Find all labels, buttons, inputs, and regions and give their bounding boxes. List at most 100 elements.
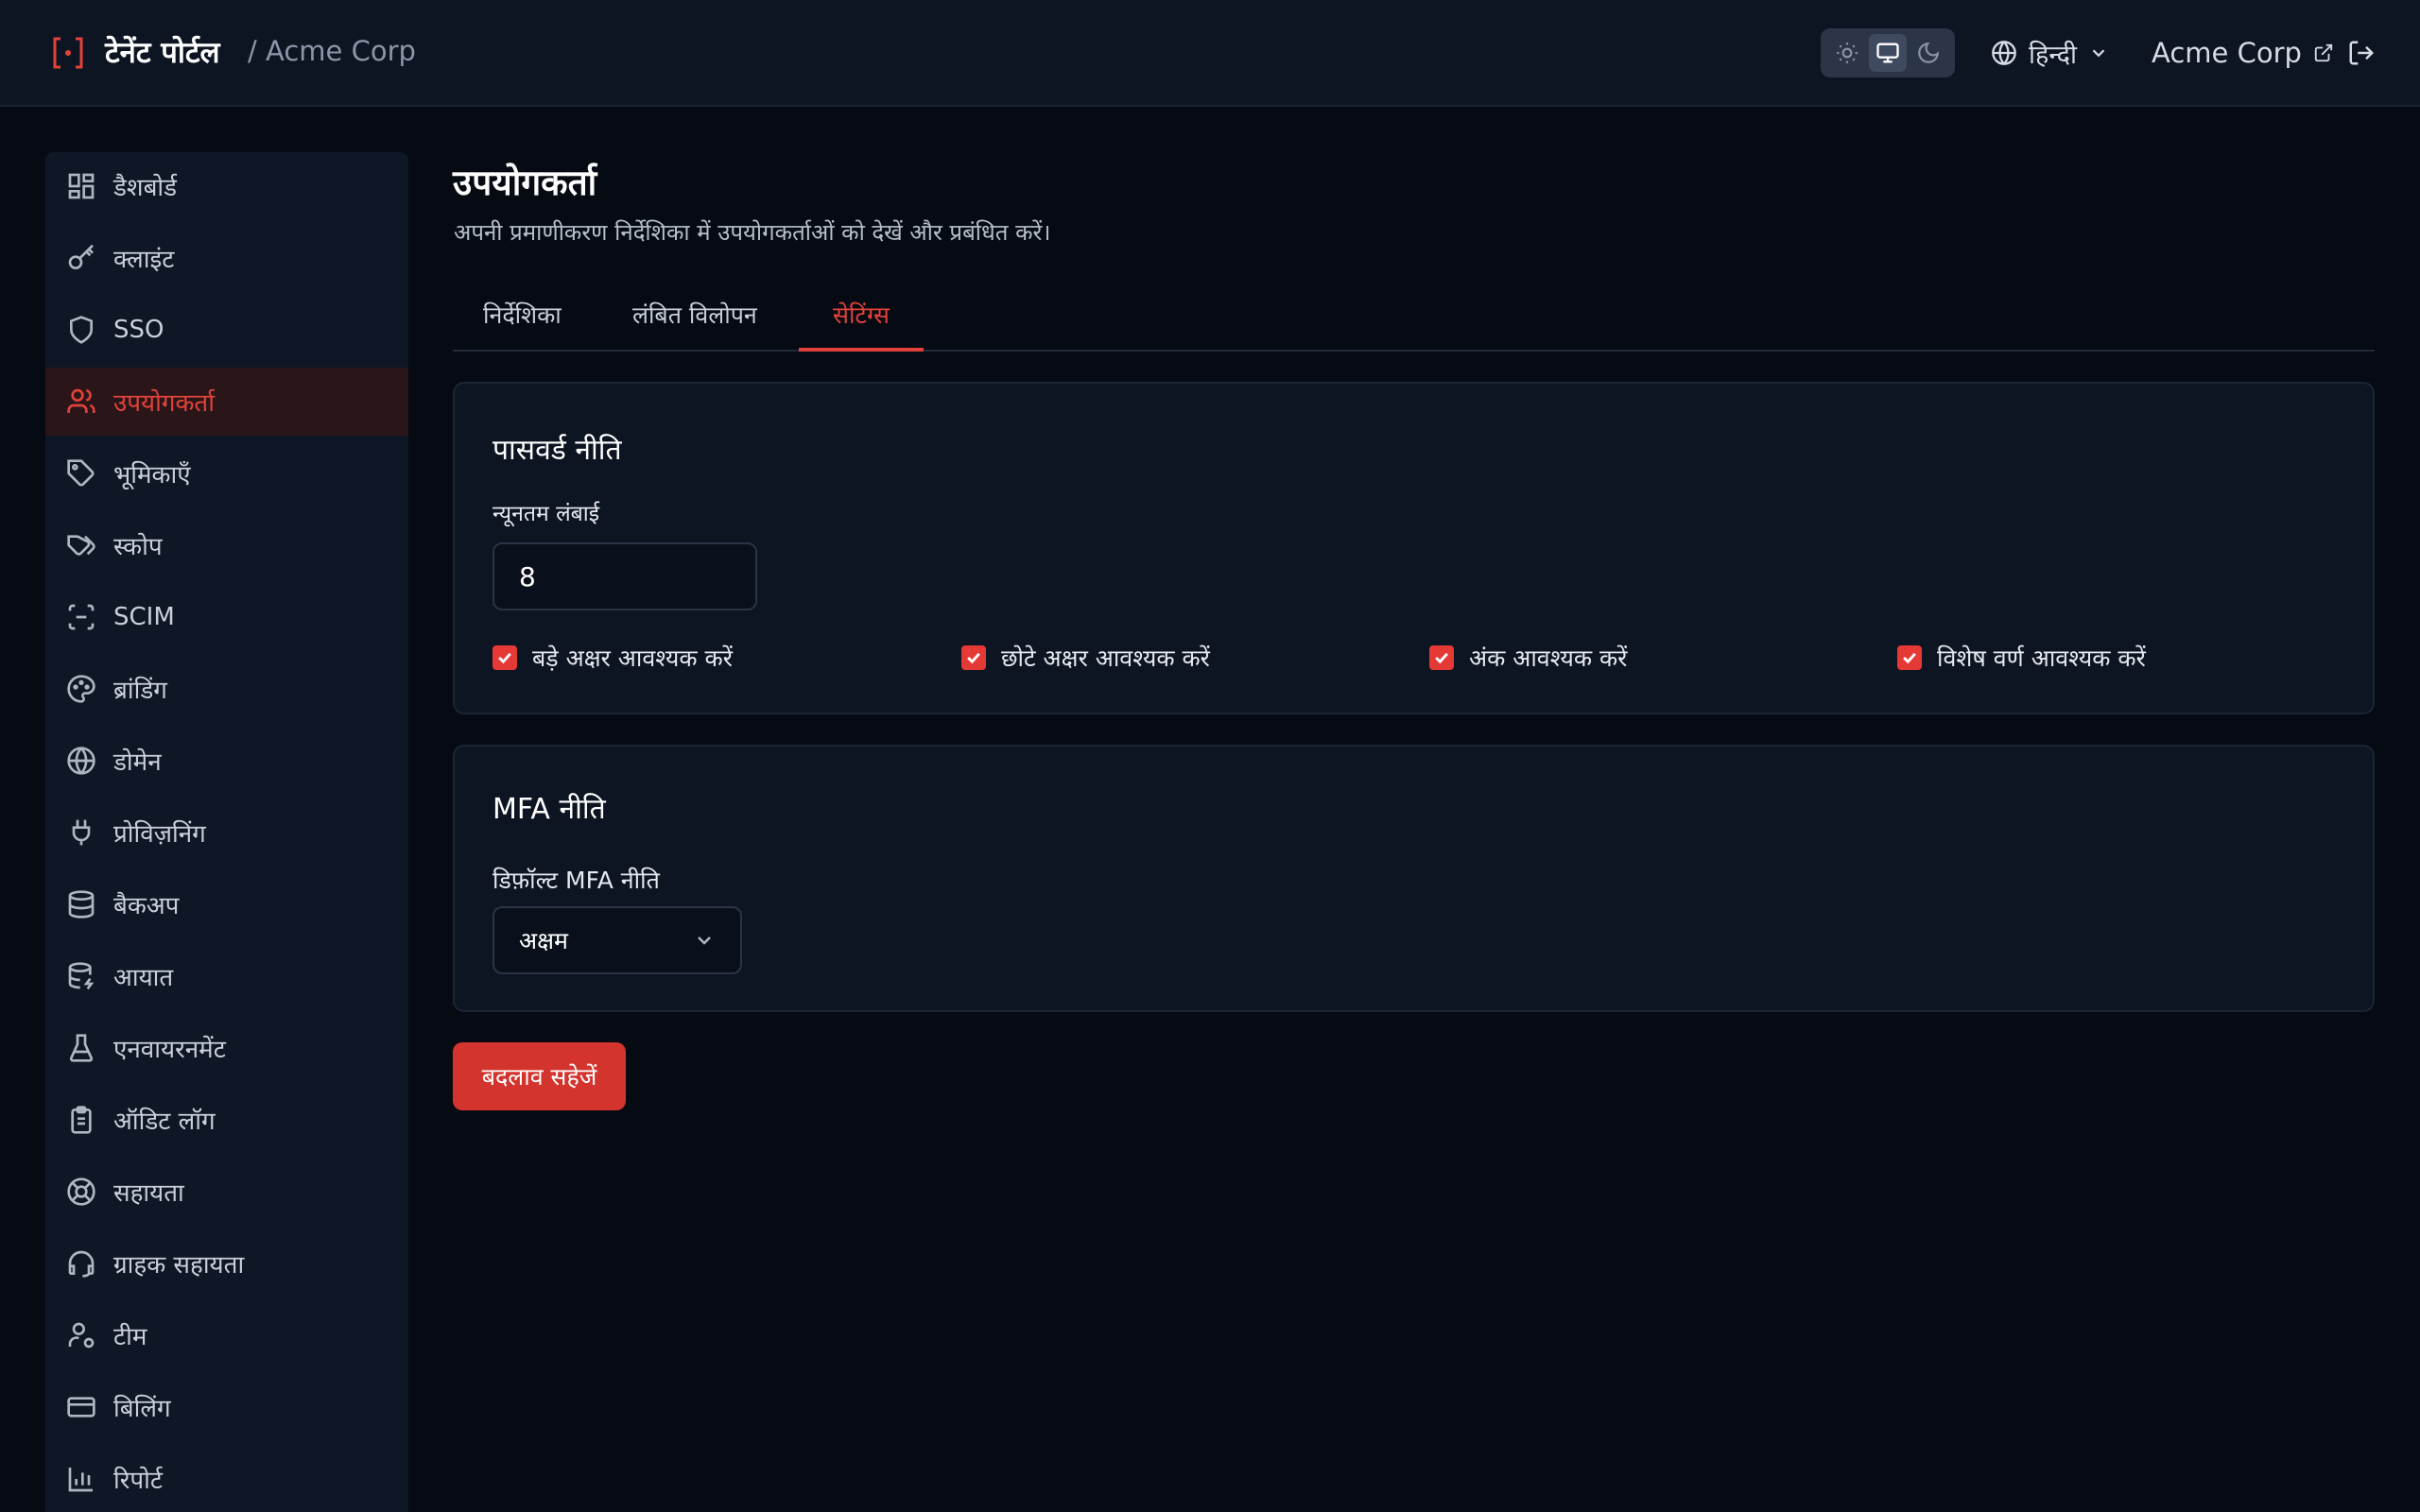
dark-theme-button[interactable] xyxy=(1910,34,1947,72)
database-import-icon xyxy=(68,962,95,990)
database-icon xyxy=(68,890,95,919)
sidebar-item-label: बैकअप xyxy=(113,892,180,920)
logout-icon xyxy=(2349,41,2375,65)
sidebar-item-label: ऑडिट लॉग xyxy=(113,1108,216,1136)
sidebar-item-label: एनवायरनमेंट xyxy=(113,1036,226,1064)
password-policy-card: पासवर्ड नीति न्यूनतम लंबाई बड़े अक्षर आव… xyxy=(453,382,2375,714)
sidebar-item-scopes[interactable]: स्कोप xyxy=(45,511,408,579)
default-mfa-value: अक्षम xyxy=(519,927,568,954)
language-selector[interactable]: हिन्दी xyxy=(1991,34,2109,72)
dashboard-icon xyxy=(68,173,95,199)
breadcrumb: / Acme Corp xyxy=(248,35,416,67)
default-mfa-select[interactable]: अक्षम xyxy=(493,906,742,974)
key-icon xyxy=(68,244,94,269)
lifebuoy-icon xyxy=(67,1177,95,1206)
sidebar-item-label: SCIM xyxy=(113,603,175,631)
tab-directory[interactable]: निर्देशिका xyxy=(483,284,562,352)
plug-icon xyxy=(72,819,91,846)
logout-button[interactable] xyxy=(2344,34,2378,72)
sidebar-item-billing[interactable]: बिलिंग xyxy=(45,1373,408,1441)
tenant-link[interactable]: Acme Corp xyxy=(2152,34,2334,72)
sidebar-item-label: SSO xyxy=(113,316,164,344)
monitor-icon xyxy=(1876,43,1899,63)
shield-icon xyxy=(70,316,93,344)
lowercase-checkbox[interactable]: छोटे अक्षर आवश्यक करें xyxy=(961,639,1210,677)
tags-icon xyxy=(67,535,95,556)
sidebar-item-label: भूमिकाएँ xyxy=(113,461,191,490)
sidebar-item-label: रिपोर्ट xyxy=(113,1467,163,1495)
light-theme-button[interactable] xyxy=(1828,34,1866,72)
sidebar-item-scim[interactable]: SCIM xyxy=(45,583,408,651)
min-length-input[interactable] xyxy=(493,542,757,610)
sidebar-item-import[interactable]: आयात xyxy=(45,942,408,1010)
checkbox-checked-icon xyxy=(1429,645,1454,670)
sidebar-item-sso[interactable]: SSO xyxy=(45,296,408,364)
lowercase-label: छोटे अक्षर आवश्यक करें xyxy=(1001,644,1210,672)
min-length-label: न्यूनतम लंबाई xyxy=(493,502,600,526)
sidebar-item-label: डैशबोर्ड xyxy=(113,174,178,202)
clipboard-icon xyxy=(71,1106,92,1134)
mfa-policy-title: MFA नीति xyxy=(493,793,606,826)
page-title: उपयोगकर्ता xyxy=(453,163,597,203)
bar-chart-icon xyxy=(68,1468,93,1492)
sidebar-item-roles[interactable]: भूमिकाएँ xyxy=(45,439,408,507)
sidebar: डैशबोर्ड क्लाइंट SSO उपयोगकर्ता भूमिकाएँ… xyxy=(45,152,408,1512)
user-cog-icon xyxy=(68,1322,95,1349)
sidebar-item-provisioning[interactable]: प्रोविज़निंग xyxy=(45,799,408,867)
headset-icon xyxy=(68,1250,95,1278)
checkbox-checked-icon xyxy=(961,645,986,670)
tag-icon xyxy=(67,459,95,487)
sidebar-item-label: ग्राहक सहायता xyxy=(113,1251,245,1280)
moon-icon xyxy=(1918,42,1940,63)
tenant-link-label: Acme Corp xyxy=(2152,37,2302,69)
external-link-icon xyxy=(2314,43,2333,62)
sidebar-item-backup[interactable]: बैकअप xyxy=(45,870,408,938)
page-subtitle: अपनी प्रमाणीकरण निर्देशिका में उपयोगकर्त… xyxy=(454,219,1051,246)
sidebar-item-reports[interactable]: रिपोर्ट xyxy=(45,1445,408,1512)
sidebar-item-label: प्रोविज़निंग xyxy=(113,820,206,849)
password-policy-title: पासवर्ड नीति xyxy=(493,434,622,467)
sidebar-item-help[interactable]: सहायता xyxy=(45,1158,408,1226)
save-changes-button[interactable]: बदलाव सहेजें xyxy=(453,1042,626,1110)
scan-icon xyxy=(68,604,95,630)
uppercase-checkbox[interactable]: बड़े अक्षर आवश्यक करें xyxy=(493,639,733,677)
sidebar-item-label: डोमेन xyxy=(113,748,162,777)
chevron-down-icon xyxy=(698,936,711,945)
tab-pending-deletion[interactable]: लंबित विलोपन xyxy=(632,284,757,352)
sidebar-item-domains[interactable]: डोमेन xyxy=(45,727,408,795)
special-chars-checkbox[interactable]: विशेष वर्ण आवश्यक करें xyxy=(1897,639,2146,677)
sidebar-item-users[interactable]: उपयोगकर्ता xyxy=(45,368,408,436)
sidebar-item-audit-log[interactable]: ऑडिट लॉग xyxy=(45,1086,408,1154)
digits-label: अंक आवश्यक करें xyxy=(1469,644,1628,672)
tab-bar: निर्देशिका लंबित विलोपन सेटिंग्स xyxy=(453,284,2375,352)
top-header: टेनेंट पोर्टल / Acme Corp हिन्दी Acme Co… xyxy=(0,0,2420,107)
sidebar-item-environments[interactable]: एनवायरनमेंट xyxy=(45,1014,408,1082)
digits-checkbox[interactable]: अंक आवश्यक करें xyxy=(1429,639,1627,677)
system-theme-button[interactable] xyxy=(1868,34,1907,72)
flask-icon xyxy=(69,1034,94,1062)
sidebar-item-team[interactable]: टीम xyxy=(45,1301,408,1369)
tab-settings[interactable]: सेटिंग्स xyxy=(799,284,924,352)
brand-logo-icon xyxy=(53,37,83,69)
sidebar-item-clients[interactable]: क्लाइंट xyxy=(45,224,408,292)
sidebar-item-branding[interactable]: ब्रांडिंग xyxy=(45,655,408,723)
mfa-policy-card: MFA नीति डिफ़ॉल्ट MFA नीति अक्षम xyxy=(453,745,2375,1012)
palette-icon xyxy=(67,675,95,703)
credit-card-icon xyxy=(67,1397,95,1418)
users-icon xyxy=(67,388,95,413)
checkbox-checked-icon xyxy=(1897,645,1922,670)
sidebar-item-dashboard[interactable]: डैशबोर्ड xyxy=(45,152,408,220)
uppercase-label: बड़े अक्षर आवश्यक करें xyxy=(532,644,733,672)
language-label: हिन्दी xyxy=(2029,40,2078,70)
sidebar-item-label: ब्रांडिंग xyxy=(113,677,167,705)
app-name[interactable]: टेनेंट पोर्टल xyxy=(105,32,220,72)
theme-toggle xyxy=(1821,28,1955,77)
sun-icon xyxy=(1836,43,1858,63)
sidebar-item-customer-support[interactable]: ग्राहक सहायता xyxy=(45,1229,408,1297)
sidebar-item-label: स्कोप xyxy=(113,533,163,561)
sidebar-item-label: क्लाइंट xyxy=(113,246,175,274)
sidebar-item-label: टीम xyxy=(113,1323,147,1351)
sidebar-item-label: सहायता xyxy=(113,1179,184,1208)
default-mfa-label: डिफ़ॉल्ट MFA नीति xyxy=(493,867,660,894)
special-chars-label: विशेष वर्ण आवश्यक करें xyxy=(1937,644,2146,672)
